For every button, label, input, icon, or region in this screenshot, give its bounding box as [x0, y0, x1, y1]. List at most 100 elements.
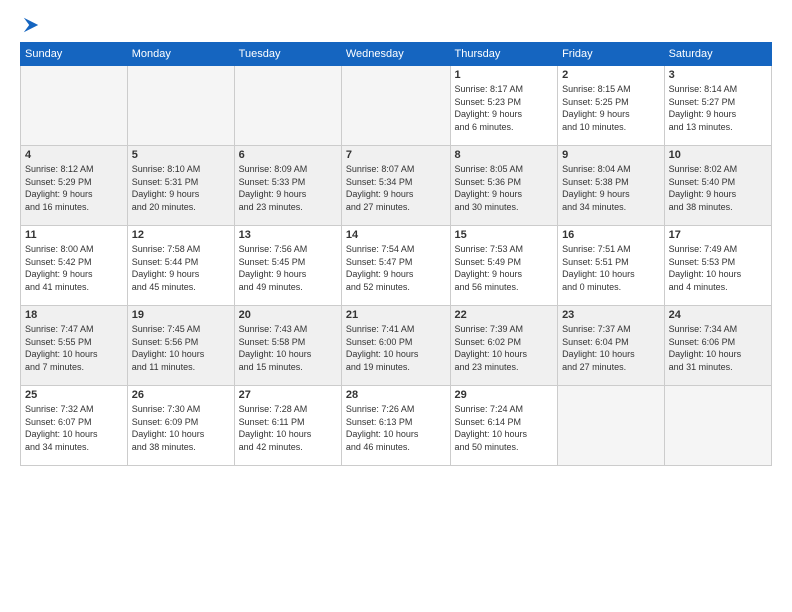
- calendar-day: 10 Sunrise: 8:02 AM Sunset: 5:40 PM Dayli…: [664, 146, 771, 226]
- day-info: Sunrise: 7:53 AM Sunset: 5:49 PM Dayligh…: [455, 243, 554, 293]
- calendar-day: 12 Sunrise: 7:58 AM Sunset: 5:44 PM Dayli…: [127, 226, 234, 306]
- calendar-header-row: SundayMondayTuesdayWednesdayThursdayFrid…: [21, 43, 772, 66]
- calendar-day: 29 Sunrise: 7:24 AM Sunset: 6:14 PM Dayli…: [450, 386, 558, 466]
- day-number: 29: [455, 389, 554, 401]
- day-info: Sunrise: 7:32 AM Sunset: 6:07 PM Dayligh…: [25, 403, 123, 453]
- day-number: 9: [562, 149, 660, 161]
- day-info: Sunrise: 8:09 AM Sunset: 5:33 PM Dayligh…: [239, 163, 337, 213]
- day-number: 20: [239, 309, 337, 321]
- day-number: 11: [25, 229, 123, 241]
- day-number: 7: [346, 149, 446, 161]
- day-number: 4: [25, 149, 123, 161]
- day-number: 28: [346, 389, 446, 401]
- calendar-day: 15 Sunrise: 7:53 AM Sunset: 5:49 PM Dayli…: [450, 226, 558, 306]
- calendar-day: 7 Sunrise: 8:07 AM Sunset: 5:34 PM Daylig…: [341, 146, 450, 226]
- calendar-week-row: 11 Sunrise: 8:00 AM Sunset: 5:42 PM Dayli…: [21, 226, 772, 306]
- day-number: 19: [132, 309, 230, 321]
- day-info: Sunrise: 7:49 AM Sunset: 5:53 PM Dayligh…: [669, 243, 767, 293]
- calendar-day: 27Sunrise: 7:28 AM Sunset: 6:11 PM Dayli…: [234, 386, 341, 466]
- day-info: Sunrise: 7:56 AM Sunset: 5:45 PM Dayligh…: [239, 243, 337, 293]
- calendar-week-row: 1 Sunrise: 8:17 AM Sunset: 5:23 PM Daylig…: [21, 66, 772, 146]
- day-info: Sunrise: 8:15 AM Sunset: 5:25 PM Dayligh…: [562, 83, 660, 133]
- header: [20, 16, 772, 34]
- day-number: 14: [346, 229, 446, 241]
- day-info: Sunrise: 7:47 AM Sunset: 5:55 PM Dayligh…: [25, 323, 123, 373]
- day-number: 10: [669, 149, 767, 161]
- day-info: Sunrise: 7:45 AM Sunset: 5:56 PM Dayligh…: [132, 323, 230, 373]
- calendar-day: [558, 386, 665, 466]
- day-number: 25: [25, 389, 123, 401]
- calendar-day: 18 Sunrise: 7:47 AM Sunset: 5:55 PM Dayli…: [21, 306, 128, 386]
- day-info: Sunrise: 8:07 AM Sunset: 5:34 PM Dayligh…: [346, 163, 446, 213]
- day-number: 1: [455, 69, 554, 81]
- calendar-day: [21, 66, 128, 146]
- calendar-day: 21 Sunrise: 7:41 AM Sunset: 6:00 PM Dayli…: [341, 306, 450, 386]
- weekday-header-monday: Monday: [127, 43, 234, 66]
- logo: [20, 16, 40, 34]
- day-number: 15: [455, 229, 554, 241]
- calendar-day: 6 Sunrise: 8:09 AM Sunset: 5:33 PM Daylig…: [234, 146, 341, 226]
- day-info: Sunrise: 8:02 AM Sunset: 5:40 PM Dayligh…: [669, 163, 767, 213]
- day-info: Sunrise: 8:17 AM Sunset: 5:23 PM Dayligh…: [455, 83, 554, 133]
- day-number: 8: [455, 149, 554, 161]
- calendar-week-row: 25 Sunrise: 7:32 AM Sunset: 6:07 PM Dayli…: [21, 386, 772, 466]
- calendar-day: 26 Sunrise: 7:30 AM Sunset: 6:09 PM Dayli…: [127, 386, 234, 466]
- day-info: Sunrise: 8:12 AM Sunset: 5:29 PM Dayligh…: [25, 163, 123, 213]
- weekday-header-wednesday: Wednesday: [341, 43, 450, 66]
- day-number: 23: [562, 309, 660, 321]
- calendar-day: 22Sunrise: 7:39 AM Sunset: 6:02 PM Dayli…: [450, 306, 558, 386]
- day-info: Sunrise: 7:58 AM Sunset: 5:44 PM Dayligh…: [132, 243, 230, 293]
- day-info: Sunrise: 8:05 AM Sunset: 5:36 PM Dayligh…: [455, 163, 554, 213]
- calendar-day: 3 Sunrise: 8:14 AM Sunset: 5:27 PM Daylig…: [664, 66, 771, 146]
- logo-arrow-icon: [22, 16, 40, 34]
- calendar-day: 16 Sunrise: 7:51 AM Sunset: 5:51 PM Dayli…: [558, 226, 665, 306]
- day-info: Sunrise: 8:14 AM Sunset: 5:27 PM Dayligh…: [669, 83, 767, 133]
- calendar-day: 13 Sunrise: 7:56 AM Sunset: 5:45 PM Dayli…: [234, 226, 341, 306]
- day-number: 3: [669, 69, 767, 81]
- day-info: Sunrise: 8:00 AM Sunset: 5:42 PM Dayligh…: [25, 243, 123, 293]
- day-info: Sunrise: 7:51 AM Sunset: 5:51 PM Dayligh…: [562, 243, 660, 293]
- calendar-table: SundayMondayTuesdayWednesdayThursdayFrid…: [20, 42, 772, 466]
- day-number: 5: [132, 149, 230, 161]
- day-info: Sunrise: 7:30 AM Sunset: 6:09 PM Dayligh…: [132, 403, 230, 453]
- day-info: Sunrise: 7:28 AM Sunset: 6:11 PM Dayligh…: [239, 403, 337, 453]
- calendar-day: 4 Sunrise: 8:12 AM Sunset: 5:29 PM Daylig…: [21, 146, 128, 226]
- day-number: 24: [669, 309, 767, 321]
- day-number: 13: [239, 229, 337, 241]
- day-info: Sunrise: 7:54 AM Sunset: 5:47 PM Dayligh…: [346, 243, 446, 293]
- calendar-day: 5 Sunrise: 8:10 AM Sunset: 5:31 PM Daylig…: [127, 146, 234, 226]
- calendar-day: 24 Sunrise: 7:34 AM Sunset: 6:06 PM Dayli…: [664, 306, 771, 386]
- day-info: Sunrise: 7:26 AM Sunset: 6:13 PM Dayligh…: [346, 403, 446, 453]
- weekday-header-friday: Friday: [558, 43, 665, 66]
- calendar-day: 23 Sunrise: 7:37 AM Sunset: 6:04 PM Dayli…: [558, 306, 665, 386]
- day-number: 6: [239, 149, 337, 161]
- day-number: 12: [132, 229, 230, 241]
- day-number: 18: [25, 309, 123, 321]
- day-info: Sunrise: 8:04 AM Sunset: 5:38 PM Dayligh…: [562, 163, 660, 213]
- day-number: 17: [669, 229, 767, 241]
- day-number: 21: [346, 309, 446, 321]
- calendar-day: [234, 66, 341, 146]
- calendar-day: 20Sunrise: 7:43 AM Sunset: 5:58 PM Dayli…: [234, 306, 341, 386]
- calendar-day: 2 Sunrise: 8:15 AM Sunset: 5:25 PM Daylig…: [558, 66, 665, 146]
- day-number: 26: [132, 389, 230, 401]
- day-number: 16: [562, 229, 660, 241]
- day-info: Sunrise: 7:24 AM Sunset: 6:14 PM Dayligh…: [455, 403, 554, 453]
- calendar-day: 9 Sunrise: 8:04 AM Sunset: 5:38 PM Daylig…: [558, 146, 665, 226]
- day-info: Sunrise: 7:39 AM Sunset: 6:02 PM Dayligh…: [455, 323, 554, 373]
- calendar-day: 1 Sunrise: 8:17 AM Sunset: 5:23 PM Daylig…: [450, 66, 558, 146]
- weekday-header-sunday: Sunday: [21, 43, 128, 66]
- calendar-day: [127, 66, 234, 146]
- calendar-day: 8 Sunrise: 8:05 AM Sunset: 5:36 PM Daylig…: [450, 146, 558, 226]
- calendar-day: [341, 66, 450, 146]
- day-info: Sunrise: 8:10 AM Sunset: 5:31 PM Dayligh…: [132, 163, 230, 213]
- calendar-page: SundayMondayTuesdayWednesdayThursdayFrid…: [0, 0, 792, 476]
- day-number: 2: [562, 69, 660, 81]
- day-info: Sunrise: 7:37 AM Sunset: 6:04 PM Dayligh…: [562, 323, 660, 373]
- day-info: Sunrise: 7:41 AM Sunset: 6:00 PM Dayligh…: [346, 323, 446, 373]
- weekday-header-tuesday: Tuesday: [234, 43, 341, 66]
- day-info: Sunrise: 7:34 AM Sunset: 6:06 PM Dayligh…: [669, 323, 767, 373]
- calendar-day: [664, 386, 771, 466]
- weekday-header-thursday: Thursday: [450, 43, 558, 66]
- calendar-week-row: 4 Sunrise: 8:12 AM Sunset: 5:29 PM Daylig…: [21, 146, 772, 226]
